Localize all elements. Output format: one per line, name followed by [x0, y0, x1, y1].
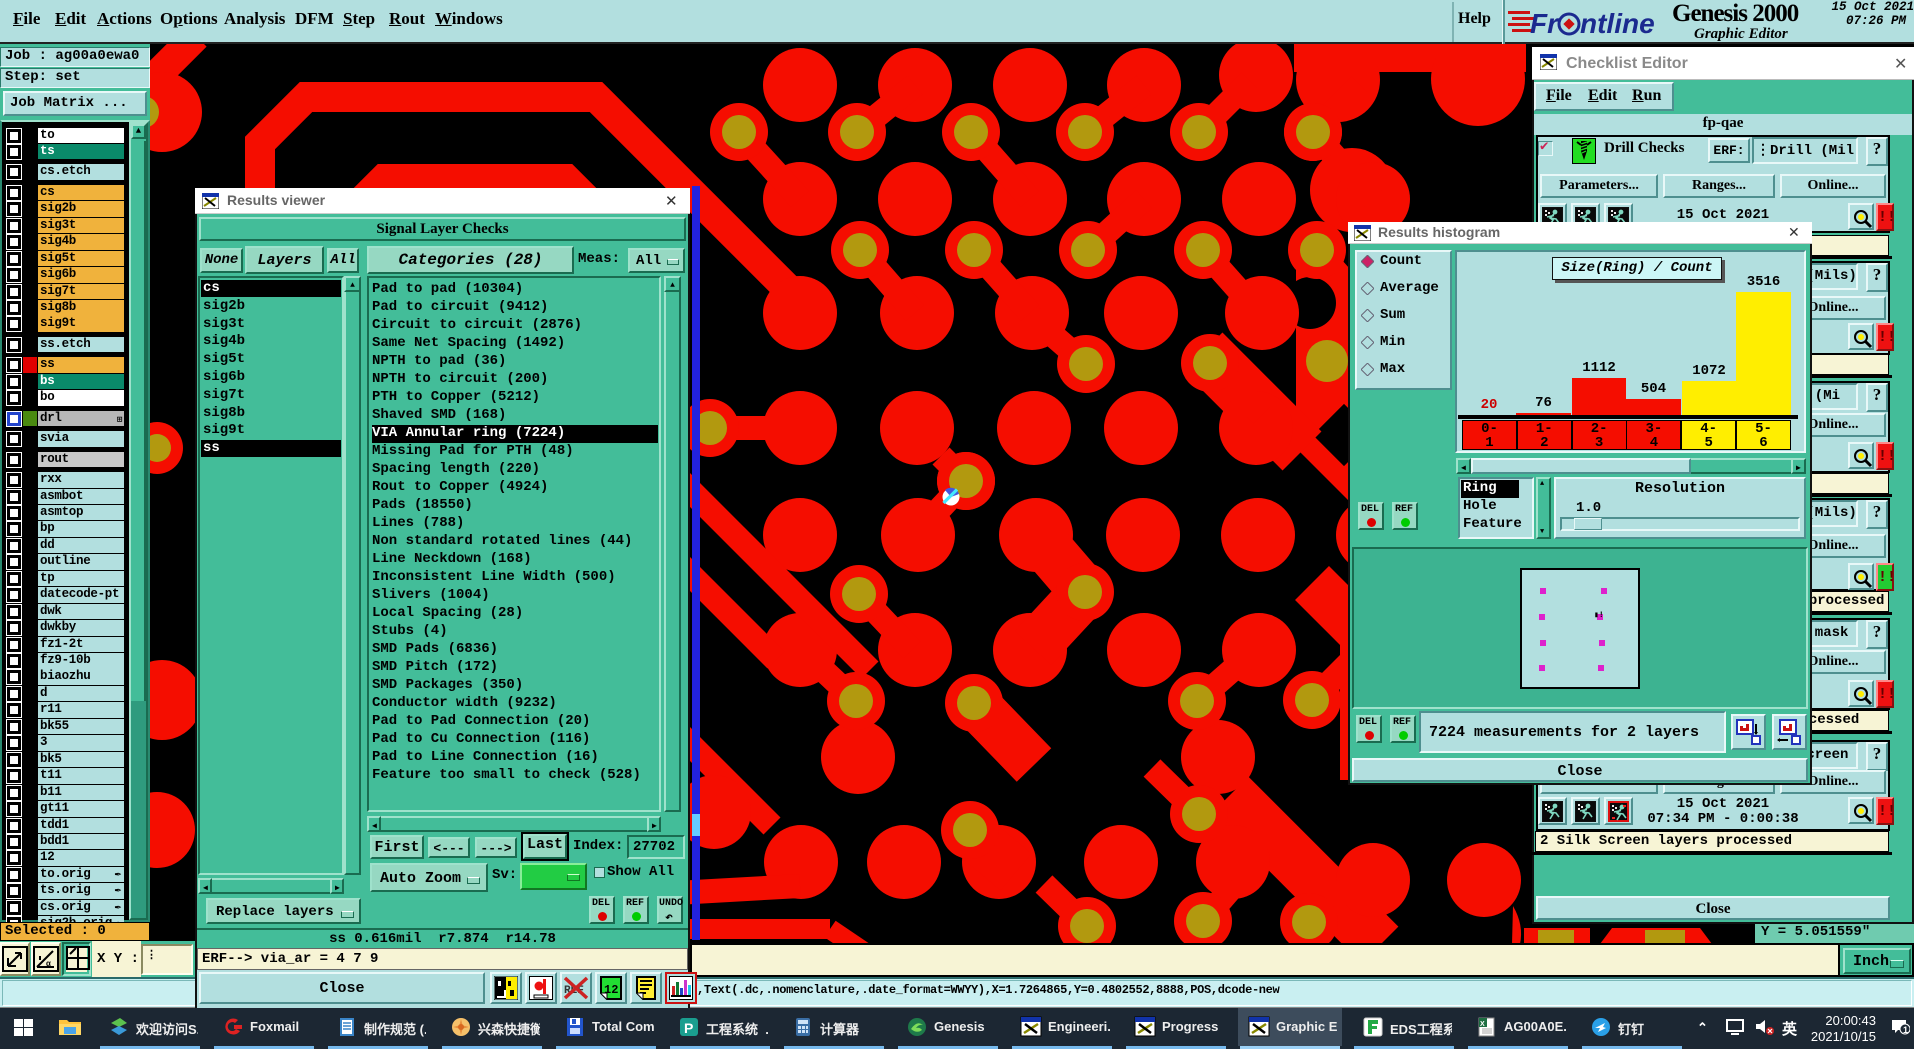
svg-text:ntline: ntline [1580, 8, 1655, 38]
svg-text:P: P [684, 1020, 693, 1036]
svg-text:Fr: Fr [1530, 8, 1560, 38]
svg-text:α: α [46, 960, 51, 969]
svg-text:1: 1 [1903, 1025, 1908, 1035]
svg-text:X: X [1480, 1021, 1485, 1028]
